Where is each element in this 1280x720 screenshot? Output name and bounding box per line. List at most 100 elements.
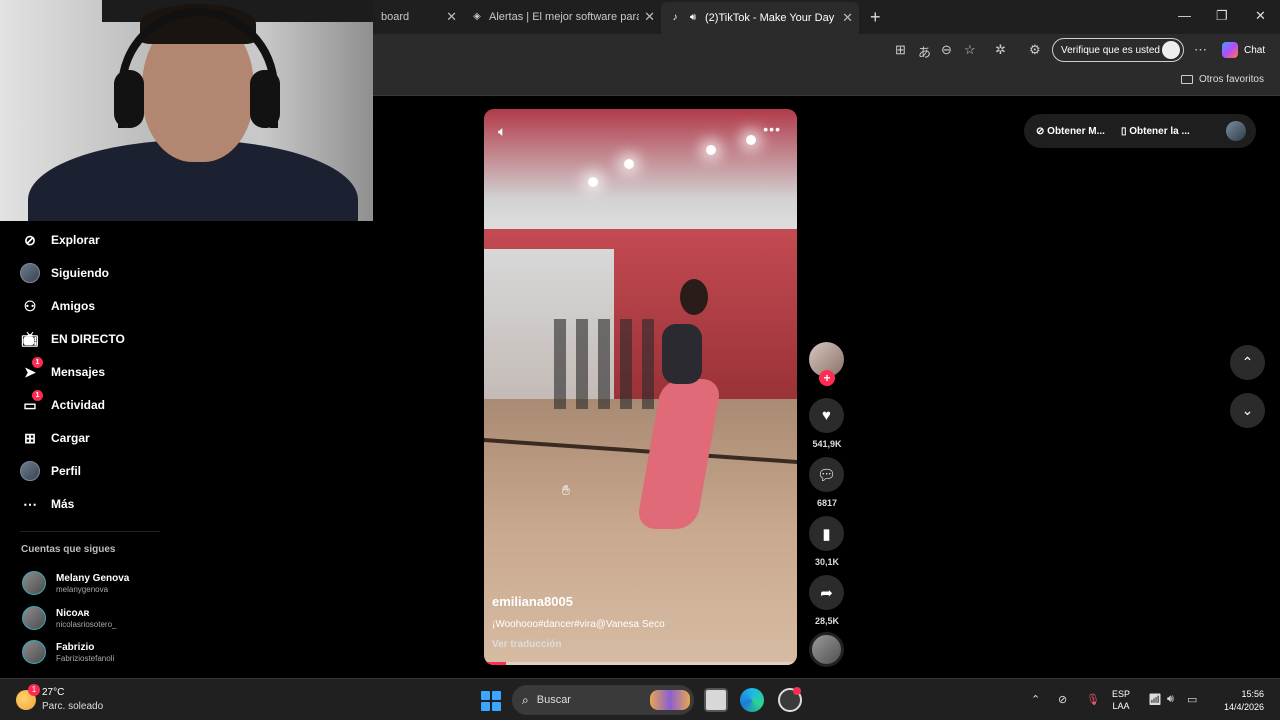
zoom-icon[interactable]: ⊖ (941, 42, 952, 58)
headset-earcup-left (114, 70, 144, 128)
video-player[interactable]: 🔈︎ ••• emiliana8005 ¡Woohooo#dancer#vira… (484, 109, 797, 665)
close-icon[interactable]: ✕ (446, 9, 457, 25)
sidebar-item-label: Amigos (51, 299, 96, 313)
verify-profile-button[interactable]: Verifique que es usted (1052, 38, 1184, 62)
music-disc-icon[interactable] (809, 632, 844, 667)
notification-badge: 1 (32, 357, 43, 368)
apps-icon[interactable]: ⊞ (895, 42, 906, 58)
close-icon[interactable]: ✕ (644, 9, 655, 25)
extensions-icon[interactable]: ✲ (995, 42, 1006, 58)
close-icon[interactable]: ✕ (842, 10, 853, 26)
chevron-up-icon[interactable]: ⌃ (1031, 693, 1040, 706)
speaker-icon[interactable]: 🔊︎ (687, 12, 699, 24)
following-account[interactable]: Nicoᴀʀ nicolasriosotero_ (22, 603, 116, 633)
more-options-icon[interactable]: ⋯ (1194, 42, 1207, 58)
bookmark-icon: ▮ (822, 525, 831, 543)
other-favorites-button[interactable]: Otros favoritos (1180, 74, 1264, 85)
video-caption: ¡Woohooo#dancer#vira@Vanesa Seco (492, 619, 665, 630)
system-clock[interactable]: 15:56 14/4/2026 (1210, 688, 1264, 714)
sidebar-item-amigos[interactable]: ⚇ Amigos (20, 295, 95, 317)
following-account[interactable]: Melany Genova melanygenova (22, 568, 129, 598)
account-avatar (22, 571, 46, 595)
profile-avatar (20, 461, 40, 481)
tab-tiktok[interactable]: ♪ 🔊︎ (2)TikTok - Make Your Day ✕ (661, 2, 859, 34)
sidebar-item-mensajes[interactable]: ➤ 1 Mensajes (20, 357, 105, 383)
volume-icon[interactable]: 🔈︎ (498, 123, 506, 140)
comment-button[interactable]: 💬︎ (809, 457, 844, 492)
translate-link[interactable]: Ver traducción (492, 639, 561, 650)
comment-icon: 💬︎ (816, 466, 837, 484)
task-view-icon[interactable] (704, 688, 728, 712)
following-account[interactable]: Fabrizio Fabriziostefanoli (22, 637, 114, 667)
new-tab-button[interactable]: + (870, 7, 881, 28)
collections-icon[interactable]: ⚙ (1029, 42, 1041, 58)
tab-alertas[interactable]: ◈ Alertas | El mejor software para pu ✕ (463, 4, 661, 30)
search-label: Buscar (536, 694, 571, 706)
follow-plus-button[interactable]: + (819, 370, 835, 386)
translate-icon[interactable]: あ (918, 42, 931, 61)
tab-title: Alertas | El mejor software para pu (489, 11, 639, 23)
sidebar-item-cargar[interactable]: ⊞ Cargar (20, 427, 90, 449)
sidebar-item-actividad[interactable]: ▭ 1 Actividad (20, 390, 106, 416)
upload-icon: ⊞ (24, 429, 36, 446)
restore-button[interactable]: ❐ (1216, 8, 1228, 24)
taskbar: 1 27°C Parc. soleado ⌕ Buscar ⌃ ⊘ 🎙︎ ESP… (0, 678, 1280, 720)
user-avatar[interactable] (1226, 121, 1246, 141)
sidebar-item-en-directo[interactable]: 📺︎ EN DIRECTO (20, 328, 125, 350)
notification-badge: 1 (32, 390, 43, 401)
share-button[interactable]: ➦ (809, 575, 844, 610)
microphone-icon[interactable]: 🎙︎ (1086, 693, 1100, 706)
wifi-icon[interactable]: 📶︎ (1148, 693, 1162, 706)
webcam-overlay (0, 0, 373, 221)
tab-board[interactable]: board ✕ (373, 4, 463, 30)
live-icon: 📺︎ (21, 330, 39, 347)
sidebar-item-perfil[interactable]: Perfil (20, 460, 81, 482)
network-off-icon[interactable]: ⊘ (1058, 693, 1067, 706)
more-options-icon[interactable]: ••• (763, 121, 781, 137)
video-frame-light (746, 135, 756, 145)
sidebar-item-label: Perfil (51, 464, 82, 478)
sidebar-item-siguiendo[interactable]: Siguiendo (20, 262, 109, 284)
sidebar-item-label: EN DIRECTO (51, 332, 125, 346)
top-actions-bar: ⊘ Obtener M... ▯ Obtener la ... (1024, 114, 1256, 148)
weather-condition[interactable]: Parc. soleado (42, 701, 103, 712)
favorite-star-icon[interactable]: ☆ (964, 42, 976, 58)
like-button[interactable]: ♥ (809, 398, 844, 433)
sidebar-divider (20, 531, 160, 532)
window-close-button[interactable]: ✕ (1255, 8, 1266, 24)
account-avatar (22, 640, 46, 664)
video-author[interactable]: emiliana8005 (492, 594, 573, 609)
next-video-button[interactable]: ⌄ (1230, 393, 1265, 428)
get-app-button[interactable]: ▯ Obtener la ... (1121, 126, 1190, 137)
search-highlight-image (650, 690, 690, 710)
account-username: nicolasriosotero_ (56, 619, 117, 629)
like-count: 541,9K (812, 439, 842, 449)
previous-video-button[interactable]: ⌃ (1230, 345, 1265, 380)
taskbar-search[interactable]: ⌕ Buscar (512, 685, 694, 715)
clock-time: 15:56 (1241, 689, 1264, 699)
more-icon: ⋯ (23, 495, 37, 512)
language-indicator[interactable]: ESP LAA (1112, 688, 1130, 712)
sidebar-item-mas[interactable]: ⋯ Más (20, 493, 74, 515)
sidebar-item-label: Actividad (51, 398, 106, 412)
weather-temperature[interactable]: 27°C (42, 687, 64, 698)
copilot-chat-button[interactable]: Chat (1222, 42, 1265, 58)
battery-icon[interactable]: ▭ (1187, 693, 1197, 706)
chevron-up-icon: ⌃ (1241, 354, 1254, 370)
edge-browser-icon[interactable] (740, 688, 764, 712)
friends-icon: ⚇ (23, 297, 37, 314)
windows-start-button[interactable] (481, 691, 501, 711)
account-name: Nicoᴀʀ (56, 607, 90, 619)
tiktok-icon: ♪ (672, 12, 678, 23)
sidebar-item-label: Cargar (51, 431, 90, 445)
volume-icon[interactable]: 🔊︎ (1167, 693, 1174, 706)
pill-label: Obtener la ... (1129, 125, 1190, 137)
save-button[interactable]: ▮ (809, 516, 844, 551)
video-progress-bar[interactable] (484, 662, 797, 665)
account-name: Melany Genova (56, 572, 130, 584)
minimize-button[interactable]: — (1178, 8, 1191, 23)
get-coins-button[interactable]: ⊘ Obtener M... (1036, 126, 1105, 137)
sidebar-item-explorar[interactable]: ⊘ Explorar (20, 229, 100, 251)
verify-label: Verifique que es usted (1061, 44, 1160, 56)
video-frame-audience (554, 319, 664, 409)
